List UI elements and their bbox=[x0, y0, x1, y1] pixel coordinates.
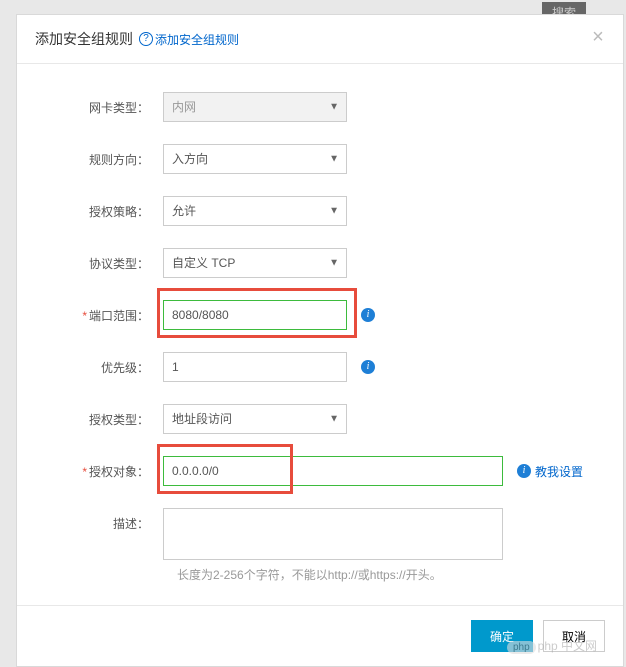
label-priority: 优先级： bbox=[37, 352, 163, 376]
modal-title: 添加安全组规则 bbox=[35, 29, 133, 49]
label-auth-obj: *授权对象： bbox=[37, 456, 163, 480]
select-nic-type: 内网 bbox=[163, 92, 347, 122]
label-direction: 规则方向： bbox=[37, 144, 163, 168]
modal-dialog: 添加安全组规则 ? 添加安全组规则 × 网卡类型： 内网 ▼ 规则方向： 入方向… bbox=[16, 14, 624, 667]
row-policy: 授权策略： 允许 ▼ bbox=[37, 196, 603, 226]
info-icon: i bbox=[517, 464, 531, 478]
ok-button[interactable]: 确定 bbox=[471, 620, 533, 652]
label-policy: 授权策略： bbox=[37, 196, 163, 220]
modal-body: 网卡类型： 内网 ▼ 规则方向： 入方向 ▼ 授权策略： 允许 bbox=[17, 64, 623, 605]
info-icon[interactable]: i bbox=[361, 308, 375, 322]
select-direction[interactable]: 入方向 bbox=[163, 144, 347, 174]
input-auth-object[interactable] bbox=[163, 456, 503, 486]
required-mark: * bbox=[82, 465, 87, 479]
row-nic-type: 网卡类型： 内网 ▼ bbox=[37, 92, 603, 122]
select-auth-type[interactable]: 地址段访问 bbox=[163, 404, 347, 434]
help-link[interactable]: ? 添加安全组规则 bbox=[139, 31, 239, 48]
info-icon[interactable]: i bbox=[361, 360, 375, 374]
cancel-button[interactable]: 取消 bbox=[543, 620, 605, 652]
row-port: *端口范围： i bbox=[37, 300, 603, 330]
label-desc: 描述： bbox=[37, 508, 163, 532]
modal-footer: 确定 取消 bbox=[17, 605, 623, 666]
teach-me-link[interactable]: i 教我设置 bbox=[517, 463, 583, 480]
question-icon: ? bbox=[139, 32, 153, 46]
row-desc: 描述： bbox=[37, 508, 603, 560]
select-protocol[interactable]: 自定义 TCP bbox=[163, 248, 347, 278]
label-nic-type: 网卡类型： bbox=[37, 92, 163, 116]
teach-me-label: 教我设置 bbox=[535, 463, 583, 480]
row-auth-obj: *授权对象： i 教我设置 bbox=[37, 456, 603, 486]
required-mark: * bbox=[82, 309, 87, 323]
label-protocol: 协议类型： bbox=[37, 248, 163, 272]
select-policy[interactable]: 允许 bbox=[163, 196, 347, 226]
input-priority[interactable] bbox=[163, 352, 347, 382]
textarea-description[interactable] bbox=[163, 508, 503, 560]
label-auth-type: 授权类型： bbox=[37, 404, 163, 428]
row-protocol: 协议类型： 自定义 TCP ▼ bbox=[37, 248, 603, 278]
row-auth-type: 授权类型： 地址段访问 ▼ bbox=[37, 404, 603, 434]
label-port: *端口范围： bbox=[37, 300, 163, 324]
close-icon[interactable]: × bbox=[587, 27, 609, 49]
desc-hint: 长度为2-256个字符，不能以http://或https://开头。 bbox=[177, 566, 603, 583]
modal-header: 添加安全组规则 ? 添加安全组规则 × bbox=[17, 15, 623, 64]
row-priority: 优先级： i bbox=[37, 352, 603, 382]
help-link-label: 添加安全组规则 bbox=[155, 31, 239, 48]
row-direction: 规则方向： 入方向 ▼ bbox=[37, 144, 603, 174]
input-port-range[interactable] bbox=[163, 300, 347, 330]
